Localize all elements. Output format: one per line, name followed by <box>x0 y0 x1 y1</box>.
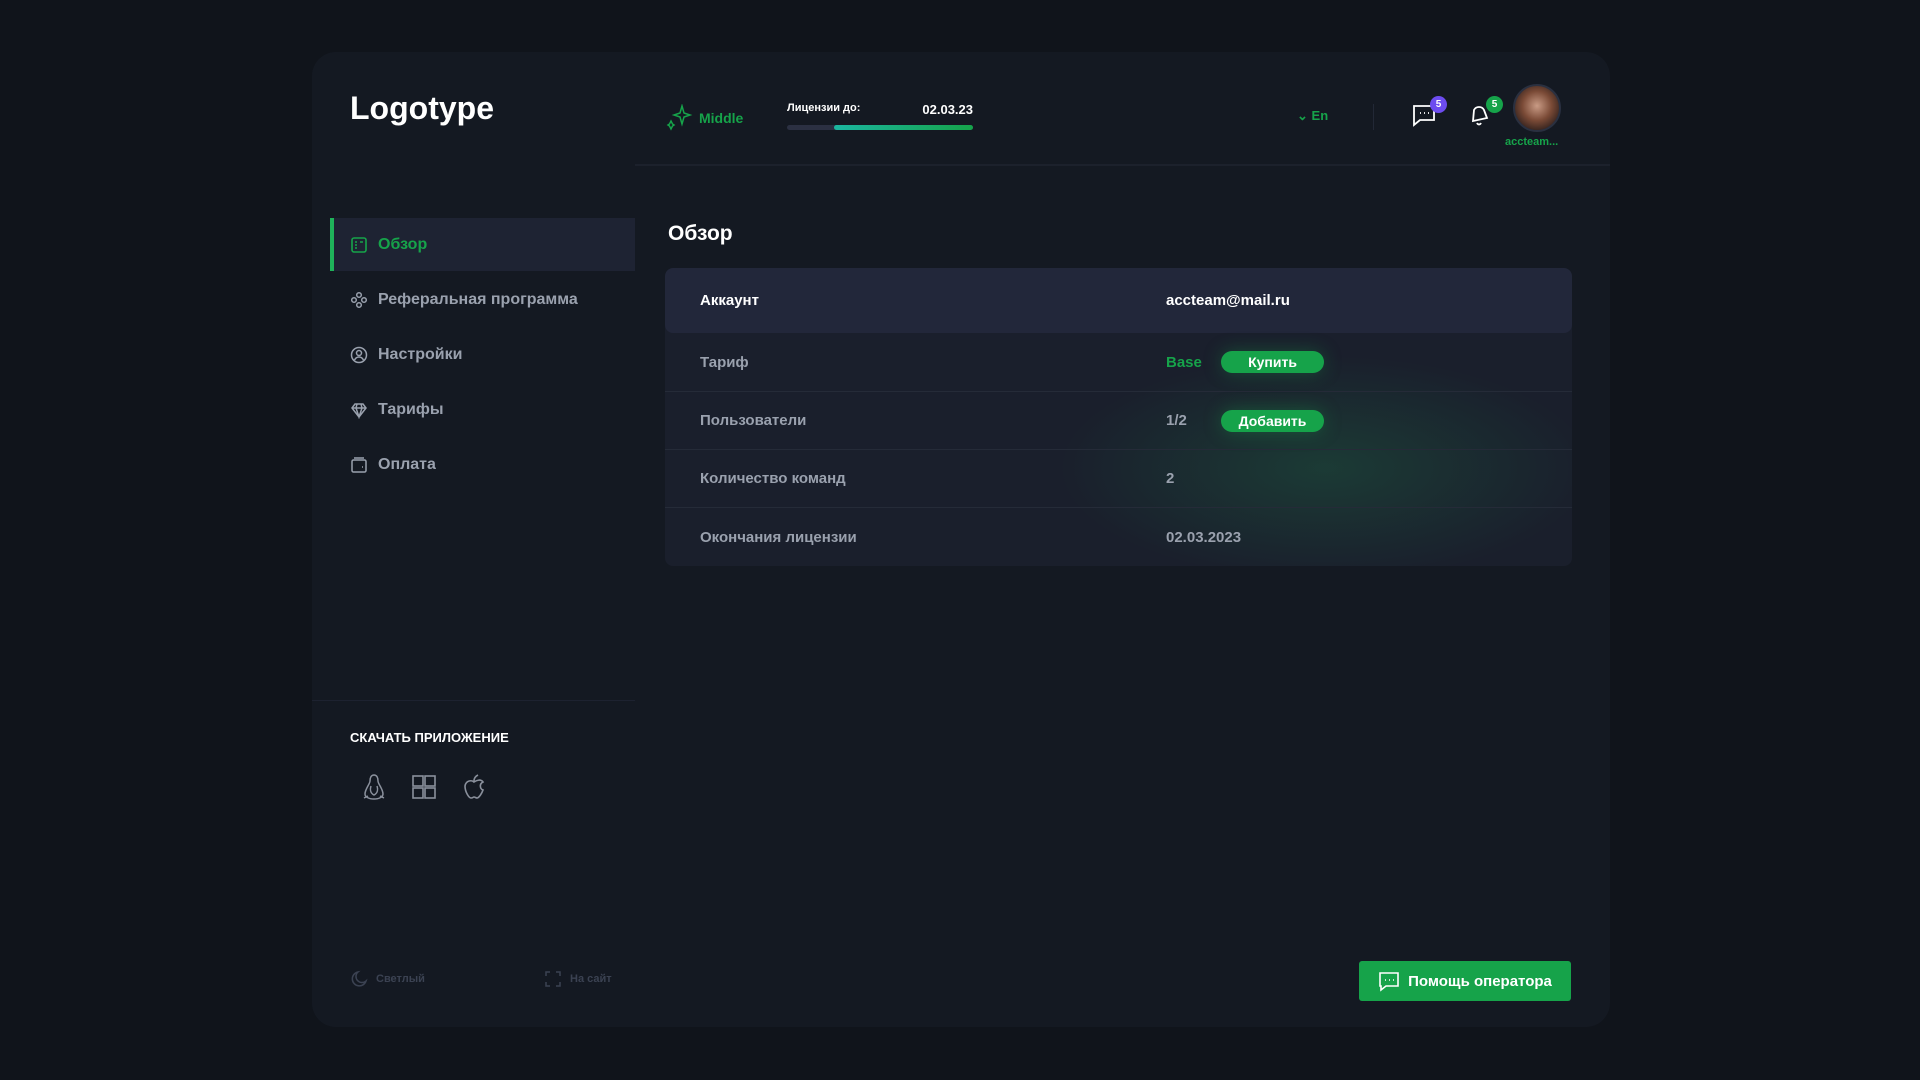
top-bar: Middle Лицензии до: 02.03.23 ⌄ En 5 5 acc… <box>635 52 1610 166</box>
table-row: Тариф Base Купить <box>665 333 1572 391</box>
notifications-button[interactable]: 5 <box>1467 96 1503 132</box>
messages-badge: 5 <box>1430 96 1447 113</box>
moon-icon <box>351 970 368 987</box>
to-site-label: На сайт <box>570 973 612 985</box>
row-label: Окончания лицензии <box>700 528 857 546</box>
buy-button[interactable]: Купить <box>1221 351 1324 373</box>
row-value: accteam@mail.ru <box>1166 292 1290 309</box>
user-circle-icon <box>350 346 368 363</box>
language-value: En <box>1311 108 1329 123</box>
avatar[interactable] <box>1513 84 1561 132</box>
sidebar-item-referral[interactable]: Реферальная программа <box>330 273 635 326</box>
sidebar-item-label: Настройки <box>378 345 463 363</box>
row-value: 02.03.2023 <box>1166 528 1242 546</box>
download-title: СКАЧАТЬ ПРИЛОЖЕНИЕ <box>350 730 509 745</box>
apple-icon[interactable] <box>460 772 488 807</box>
row-value: 2 <box>1166 470 1175 487</box>
language-select[interactable]: ⌄ En <box>1297 108 1328 124</box>
table-row: Окончания лицензии 02.03.2023 <box>665 507 1572 566</box>
license-progress-bar <box>787 125 973 130</box>
sparkle-icon <box>666 104 693 131</box>
table-row: Пользователи 1/2 Добавить <box>665 391 1572 449</box>
windows-icon[interactable] <box>410 772 438 807</box>
referral-icon <box>350 291 368 308</box>
sidebar-item-settings[interactable]: Настройки <box>330 328 635 381</box>
chat-icon <box>1379 972 1399 992</box>
row-value: Base <box>1166 353 1202 371</box>
row-label: Тариф <box>700 353 749 371</box>
operator-help-button[interactable]: Помощь оператора <box>1359 961 1571 1001</box>
row-label: Количество команд <box>700 470 846 487</box>
row-value: 1/2 <box>1166 412 1187 429</box>
username[interactable]: accteam... <box>1505 136 1558 148</box>
license-label: Лицензии до: <box>787 102 861 114</box>
table-row: Количество команд 2 <box>665 449 1572 507</box>
license-date: 02.03.23 <box>922 102 973 117</box>
sidebar-item-label: Реферальная программа <box>378 290 578 308</box>
messages-button[interactable]: 5 <box>1411 96 1447 132</box>
to-site-link[interactable]: На сайт <box>544 970 612 988</box>
help-label: Помощь оператора <box>1408 972 1552 990</box>
overview-icon <box>351 236 367 253</box>
table-row-account: Аккаунт accteam@mail.ru <box>665 268 1572 333</box>
plan-name: Middle <box>699 110 744 126</box>
sidebar-item-label: Обзор <box>378 235 428 253</box>
sidebar-item-tariffs[interactable]: Тарифы <box>330 383 635 436</box>
wallet-icon <box>351 456 367 473</box>
plan-badge: Middle <box>665 104 743 132</box>
sidebar-item-overview[interactable]: Обзор <box>330 218 635 271</box>
divider <box>1373 104 1374 130</box>
sidebar: Logotype Обзор Реферальная программа Нас… <box>312 52 635 1027</box>
row-label: Пользователи <box>700 412 807 429</box>
diamond-icon <box>351 402 367 419</box>
linux-icon[interactable] <box>360 772 388 807</box>
app-window: Logotype Обзор Реферальная программа Нас… <box>312 52 1610 1027</box>
divider <box>312 700 635 701</box>
license-progress: Лицензии до: 02.03.23 <box>787 102 973 130</box>
theme-label: Светлый <box>376 973 425 985</box>
expand-icon <box>545 971 561 987</box>
overview-table: Аккаунт accteam@mail.ru Тариф Base Купит… <box>665 268 1572 566</box>
theme-toggle[interactable]: Светлый <box>350 970 425 988</box>
sidebar-item-label: Тарифы <box>378 400 444 418</box>
sidebar-item-label: Оплата <box>378 455 436 473</box>
page-title: Обзор <box>668 222 733 245</box>
add-user-button[interactable]: Добавить <box>1221 409 1324 432</box>
license-progress-fill <box>833 125 973 130</box>
sidebar-item-payment[interactable]: Оплата <box>330 438 635 491</box>
logo: Logotype <box>350 90 494 126</box>
notifications-badge: 5 <box>1486 96 1503 113</box>
row-label: Аккаунт <box>700 292 759 309</box>
chevron-down-icon: ⌄ <box>1297 108 1308 123</box>
